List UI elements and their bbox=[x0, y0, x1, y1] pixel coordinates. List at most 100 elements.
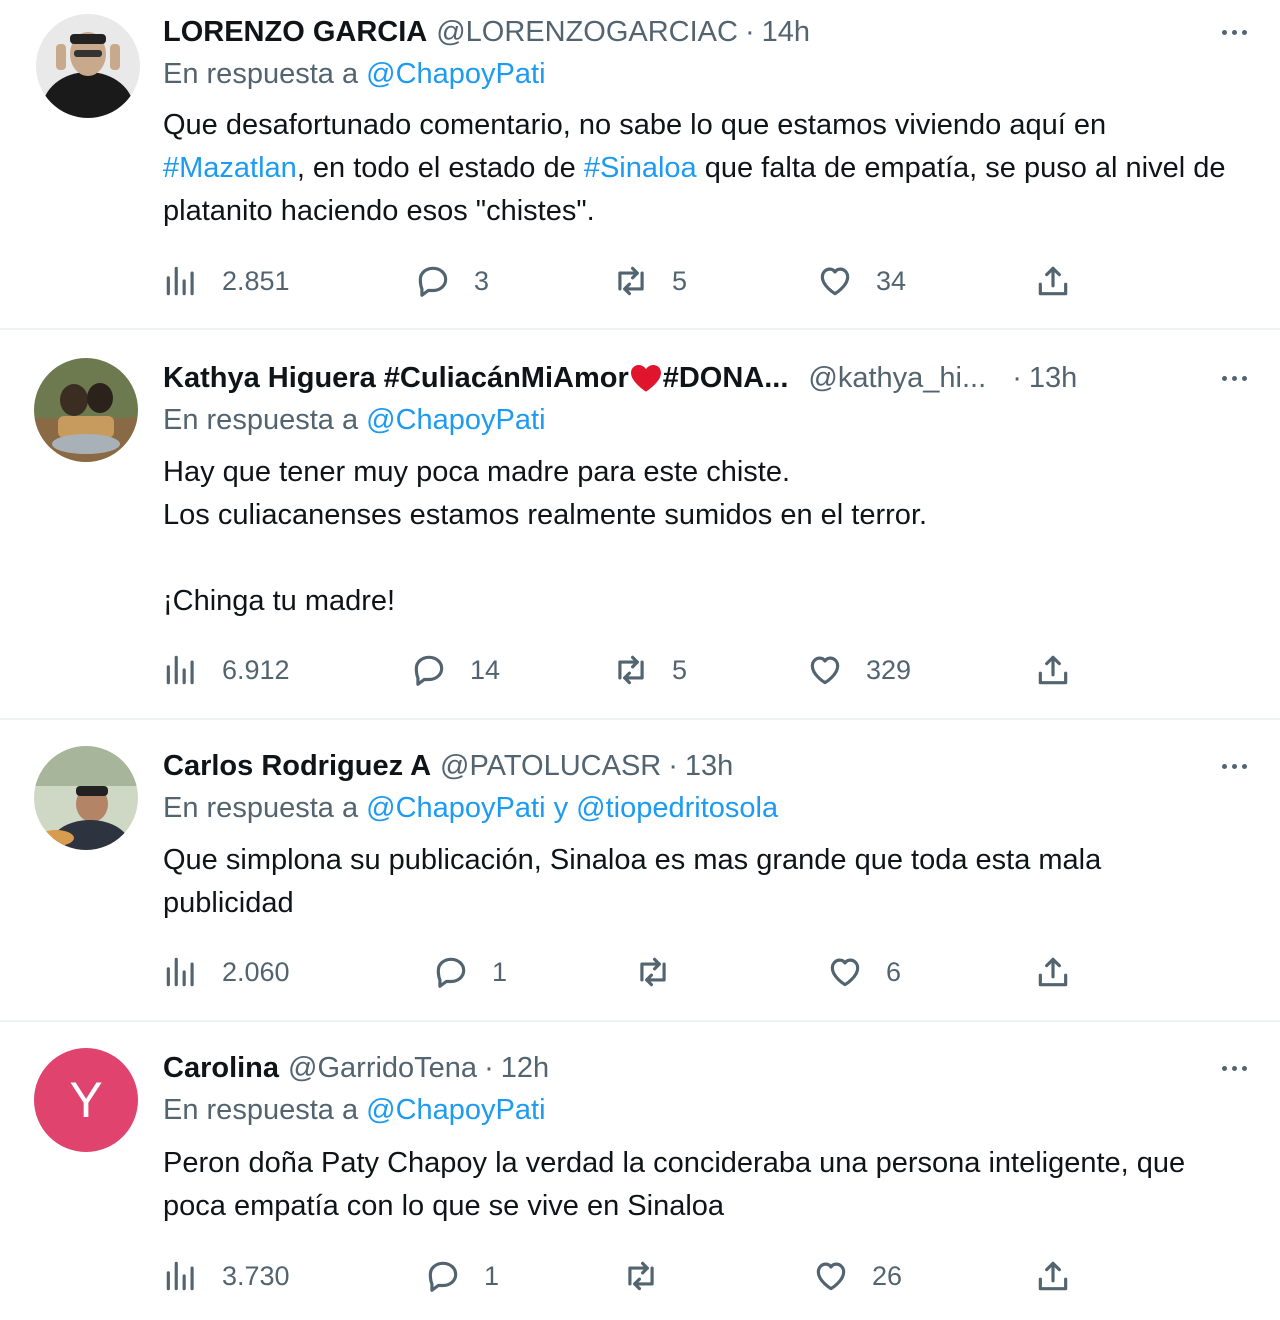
share-button[interactable] bbox=[1034, 647, 1072, 693]
author-handle[interactable]: @LORENZOGARCIAC bbox=[436, 16, 738, 49]
like-button[interactable]: 26 bbox=[812, 1253, 902, 1299]
author-handle[interactable]: @kathya_hi... bbox=[808, 362, 986, 395]
share-icon bbox=[1038, 266, 1068, 296]
avatar[interactable]: Y bbox=[34, 1048, 138, 1152]
retweet-count: 5 bbox=[672, 265, 688, 296]
share-button[interactable] bbox=[1034, 1253, 1072, 1299]
action-bar: 6.912 14 5 329 bbox=[0, 647, 1280, 693]
retweet-icon bbox=[618, 655, 644, 685]
like-count: 6 bbox=[886, 956, 902, 987]
views-count: 2.851 bbox=[222, 265, 290, 296]
retweet-icon bbox=[628, 1261, 654, 1291]
more-options-icon[interactable] bbox=[1214, 752, 1254, 780]
separator-dot: · bbox=[484, 1051, 494, 1084]
views-button[interactable]: 2.851 bbox=[162, 258, 290, 304]
tweet-text: Hay que tener muy poca madre para este c… bbox=[163, 451, 1250, 623]
views-button[interactable]: 3.730 bbox=[162, 1253, 290, 1299]
text-segment: Que desafortunado comentario, no sabe lo… bbox=[163, 109, 1107, 141]
separator-dot: · bbox=[744, 15, 755, 48]
more-options-icon[interactable] bbox=[1214, 364, 1254, 392]
reply-prefix: En respuesta a bbox=[163, 792, 359, 824]
author-name[interactable]: Carlos Rodriguez A bbox=[163, 750, 431, 783]
timestamp[interactable]: 12h bbox=[501, 1052, 549, 1085]
reply-mention-2[interactable]: @tiopedritosola bbox=[576, 792, 778, 824]
text-line: Los culiacanenses estamos realmente sumi… bbox=[163, 499, 928, 531]
tweet-header: Carolina @GarridoTena · 12h bbox=[163, 1048, 1260, 1088]
retweet-icon bbox=[618, 266, 644, 296]
reply-button[interactable]: 1 bbox=[424, 1253, 499, 1299]
like-count: 329 bbox=[866, 654, 912, 685]
text-segment: , en todo el estado de bbox=[296, 152, 584, 184]
tweet-text: Que desafortunado comentario, no sabe lo… bbox=[163, 104, 1250, 233]
like-count: 34 bbox=[876, 265, 907, 296]
share-button[interactable] bbox=[1034, 949, 1072, 995]
reply-mention[interactable]: @ChapoyPati bbox=[366, 404, 545, 436]
retweet-button[interactable] bbox=[634, 949, 694, 995]
share-button[interactable] bbox=[1034, 258, 1072, 304]
reply-count: 3 bbox=[474, 265, 490, 296]
reply-count: 1 bbox=[492, 956, 508, 987]
retweet-button[interactable]: 5 bbox=[612, 258, 687, 304]
views-count: 6.912 bbox=[222, 654, 290, 685]
more-options-icon[interactable] bbox=[1214, 1054, 1254, 1082]
views-count: 2.060 bbox=[222, 956, 290, 987]
tweet-header: Kathya Higuera #CuliacánMiAmor #DONA... … bbox=[163, 358, 1260, 398]
reply-context: En respuesta a @ChapoyPati bbox=[163, 404, 546, 437]
views-button[interactable]: 6.912 bbox=[162, 647, 290, 693]
tweet-text: Que simplona su publicación, Sinaloa es … bbox=[163, 844, 1102, 919]
tweet-carolina[interactable]: Y Carolina @GarridoTena · 12h En respues… bbox=[0, 1022, 1280, 1320]
author-name[interactable]: LORENZO GARCIA bbox=[163, 16, 427, 49]
reply-icon bbox=[428, 1261, 458, 1292]
views-button[interactable]: 2.060 bbox=[162, 949, 290, 995]
reply-prefix: En respuesta a bbox=[163, 404, 359, 436]
retweet-button[interactable] bbox=[622, 1253, 682, 1299]
reply-mention[interactable]: @ChapoyPati bbox=[366, 792, 545, 824]
reply-mention[interactable]: @ChapoyPati bbox=[366, 1094, 545, 1126]
author-handle[interactable]: @PATOLUCASR bbox=[440, 750, 661, 783]
reply-button[interactable]: 3 bbox=[414, 258, 489, 304]
reply-context: En respuesta a @ChapoyPati y @tiopedrito… bbox=[163, 792, 778, 825]
author-name[interactable]: Kathya Higuera #CuliacánMiAmor bbox=[163, 362, 629, 395]
tweet-carlos[interactable]: Carlos Rodriguez A @PATOLUCASR · 13h En … bbox=[0, 720, 1280, 1022]
reply-joiner: y bbox=[553, 792, 569, 824]
timestamp[interactable]: 13h bbox=[1029, 362, 1077, 395]
views-count: 3.730 bbox=[222, 1260, 290, 1291]
action-bar: 2.060 1 6 bbox=[0, 949, 1280, 995]
views-icon bbox=[166, 1261, 194, 1291]
like-button[interactable]: 6 bbox=[826, 949, 901, 995]
tweet-header: LORENZO GARCIA @LORENZOGARCIAC · 14h bbox=[163, 12, 1260, 52]
like-button[interactable]: 34 bbox=[816, 258, 906, 304]
avatar[interactable] bbox=[36, 14, 140, 118]
views-icon bbox=[166, 655, 194, 685]
share-icon bbox=[1038, 957, 1068, 987]
separator-dot: · bbox=[1012, 361, 1022, 394]
timestamp[interactable]: 14h bbox=[762, 16, 810, 49]
avatar[interactable] bbox=[34, 746, 138, 850]
text-line: ¡Chinga tu madre! bbox=[163, 585, 396, 617]
like-button[interactable]: 329 bbox=[806, 647, 911, 693]
tweet-text: Peron doña Paty Chapoy la verdad la conc… bbox=[163, 1147, 1186, 1222]
reply-button[interactable]: 14 bbox=[410, 647, 500, 693]
hashtag-link[interactable]: #Sinaloa bbox=[584, 152, 697, 184]
reply-mention[interactable]: @ChapoyPati bbox=[366, 58, 545, 90]
tweet-lorenzo[interactable]: LORENZO GARCIA @LORENZOGARCIAC · 14h En … bbox=[0, 0, 1280, 330]
more-options-icon[interactable] bbox=[1214, 18, 1254, 46]
retweet-button[interactable]: 5 bbox=[612, 647, 687, 693]
reply-icon bbox=[418, 266, 448, 297]
author-name[interactable]: Carolina bbox=[163, 1052, 279, 1085]
reply-context: En respuesta a @ChapoyPati bbox=[163, 58, 546, 91]
separator-dot: · bbox=[668, 749, 678, 782]
author-name-suffix[interactable]: #DONA... bbox=[663, 362, 789, 395]
heart-icon bbox=[810, 656, 840, 685]
share-icon bbox=[1038, 1261, 1068, 1291]
avatar[interactable] bbox=[34, 358, 138, 462]
reply-button[interactable]: 1 bbox=[432, 949, 507, 995]
tweet-kathya[interactable]: Kathya Higuera #CuliacánMiAmor #DONA... … bbox=[0, 330, 1280, 720]
hashtag-link[interactable]: #Mazatlan bbox=[163, 152, 297, 184]
author-handle[interactable]: @GarridoTena bbox=[288, 1052, 477, 1085]
avatar-letter: Y bbox=[69, 1072, 103, 1128]
reply-count: 1 bbox=[484, 1260, 500, 1291]
action-bar: 2.851 3 5 34 bbox=[0, 258, 1280, 304]
views-icon bbox=[166, 957, 194, 987]
timestamp[interactable]: 13h bbox=[685, 750, 733, 783]
